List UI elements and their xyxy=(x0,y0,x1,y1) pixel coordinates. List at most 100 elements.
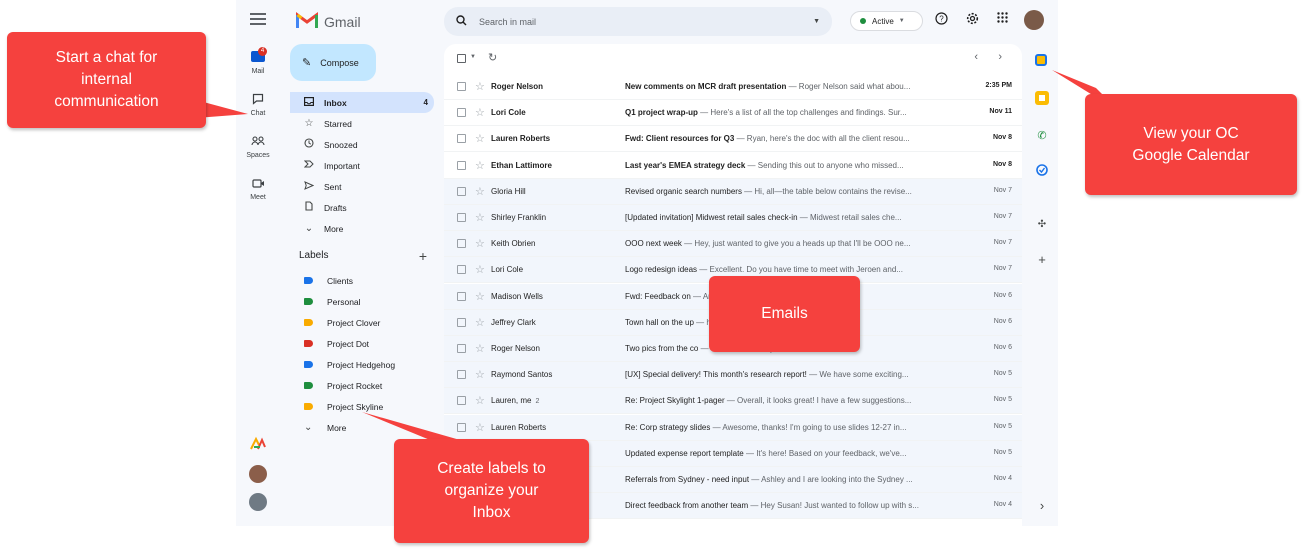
label-item-project-hedgehog[interactable]: Project Hedgehog xyxy=(290,354,434,375)
rail-item-mail[interactable]: 4 Mail xyxy=(236,47,280,75)
rail-item-chat[interactable]: Chat xyxy=(236,93,280,117)
table-row[interactable]: ☆ Shirley Franklin [Updated invitation] Mi… xyxy=(444,205,1022,231)
star-icon[interactable]: ☆ xyxy=(475,263,485,276)
apps-grid-icon[interactable] xyxy=(994,12,1010,28)
row-checkbox[interactable] xyxy=(457,213,466,222)
nav-item-starred[interactable]: ☆ Starred xyxy=(290,113,434,134)
search-input[interactable] xyxy=(479,16,779,27)
label-item-project-dot[interactable]: Project Dot xyxy=(290,333,434,354)
star-icon[interactable]: ☆ xyxy=(475,394,485,407)
row-checkbox[interactable] xyxy=(457,239,466,249)
row-checkbox[interactable] xyxy=(457,291,466,301)
row-checkbox[interactable] xyxy=(457,108,466,118)
nav-item-more[interactable]: ⌄ More xyxy=(290,218,434,239)
puzzle-icon[interactable]: ✣ xyxy=(1035,218,1049,232)
nav-item-snoozed[interactable]: Snoozed xyxy=(290,134,434,155)
table-row[interactable]: ☆ Raymond Santos [UX] Special delivery! Th… xyxy=(444,362,1022,389)
select-all-checkbox[interactable] xyxy=(457,54,466,63)
menu-icon[interactable] xyxy=(250,13,266,27)
star-icon[interactable]: ☆ xyxy=(475,421,485,434)
row-checkbox[interactable] xyxy=(457,186,466,196)
table-row[interactable]: ☆ Lauren Roberts Fwd: Client resources for… xyxy=(444,126,1022,153)
star-icon[interactable]: ☆ xyxy=(475,211,485,224)
star-icon[interactable]: ☆ xyxy=(475,368,485,381)
gear-icon[interactable] xyxy=(964,12,980,28)
chevron-right-icon[interactable]: › xyxy=(998,51,1002,63)
table-row[interactable]: ☆ Ethan Lattimore Last year's EMEA strateg… xyxy=(444,153,1022,179)
mail-icon: 4 xyxy=(247,47,269,67)
inbox-count: 4 xyxy=(423,98,428,107)
clock-icon xyxy=(302,138,316,151)
row-checkbox[interactable] xyxy=(457,265,466,275)
label-item-personal[interactable]: Personal xyxy=(290,291,434,312)
star-icon[interactable]: ☆ xyxy=(475,106,485,119)
refresh-icon[interactable]: ↻ xyxy=(488,51,497,64)
status-dropdown[interactable]: Active ▼ xyxy=(850,11,923,31)
account-avatar[interactable] xyxy=(1024,10,1044,30)
avatar[interactable] xyxy=(249,493,267,511)
nav-item-drafts[interactable]: Drafts xyxy=(290,197,434,218)
row-checkbox[interactable] xyxy=(457,82,466,91)
rail-item-meet[interactable]: Meet xyxy=(236,177,280,201)
app-name: Gmail xyxy=(324,14,361,30)
rail-item-spaces[interactable]: Spaces xyxy=(236,135,280,159)
table-row[interactable]: ☆ Lauren Roberts Re: Corp strategy slides … xyxy=(444,414,1022,441)
star-icon[interactable]: ☆ xyxy=(475,132,485,145)
sender: Lauren Roberts xyxy=(491,423,611,432)
email-date: Nov 7 xyxy=(993,186,1012,194)
sender: Lori Cole xyxy=(491,108,611,117)
nav-item-important[interactable]: Important xyxy=(290,155,434,176)
rail-label-meet: Meet xyxy=(250,194,266,201)
label-name: Personal xyxy=(327,296,361,307)
label-item-project-clover[interactable]: Project Clover xyxy=(290,312,434,333)
label-item-project-rocket[interactable]: Project Rocket xyxy=(290,375,434,396)
search-options-icon[interactable]: ▼ xyxy=(813,18,820,25)
email-subject: Two pics from the co xyxy=(625,344,699,353)
star-icon[interactable]: ☆ xyxy=(475,290,485,303)
compose-button[interactable]: ✎ Compose xyxy=(290,44,376,81)
label-item-clients[interactable]: Clients xyxy=(290,270,434,291)
chevron-down-icon: ⌄ xyxy=(304,223,314,234)
email-preview: Re: Corp strategy slides — Awesome, than… xyxy=(625,423,959,432)
workspace-logo-icon[interactable] xyxy=(249,435,267,453)
star-icon[interactable]: ☆ xyxy=(475,237,485,250)
row-checkbox[interactable] xyxy=(457,396,466,406)
rail-label-mail: Mail xyxy=(251,68,265,75)
search-icon xyxy=(456,14,467,29)
add-label-icon[interactable]: + xyxy=(419,248,427,264)
labels-more[interactable]: ⌄ More xyxy=(290,417,434,438)
table-row[interactable]: ☆ Lauren, me 2 Re: Project Skylight 1-pager… xyxy=(444,388,1022,415)
row-checkbox[interactable] xyxy=(457,317,466,327)
chevron-down-icon[interactable]: ▼ xyxy=(470,54,476,60)
table-row[interactable]: ☆ Keith Obrien OOO next week — Hey, just w… xyxy=(444,231,1022,258)
row-checkbox[interactable] xyxy=(457,422,466,432)
table-row[interactable]: ☆ Gloria Hill Revised organic search numbe… xyxy=(444,178,1022,205)
table-row[interactable]: ☆ Lori Cole Q1 project wrap-up — Here's a … xyxy=(444,100,1022,127)
add-icon[interactable]: + xyxy=(1035,253,1049,267)
row-checkbox[interactable] xyxy=(457,134,466,144)
row-checkbox[interactable] xyxy=(457,160,466,170)
help-icon[interactable]: ? xyxy=(933,12,949,28)
calendar-icon[interactable] xyxy=(1035,54,1047,66)
keep-icon[interactable] xyxy=(1035,91,1049,105)
draft-icon xyxy=(302,201,316,214)
email-snippet: — Here's a list of all the top challenge… xyxy=(697,108,907,118)
label-item-project-skyline[interactable]: Project Skyline xyxy=(290,396,434,417)
nav-item-inbox[interactable]: Inbox 4 xyxy=(290,92,434,113)
chevron-left-icon[interactable]: ‹ xyxy=(974,51,978,63)
tasks-icon[interactable] xyxy=(1035,164,1049,178)
star-icon[interactable]: ☆ xyxy=(475,80,485,93)
star-icon[interactable]: ☆ xyxy=(475,185,485,198)
star-icon[interactable]: ☆ xyxy=(475,316,485,329)
star-icon[interactable]: ☆ xyxy=(475,342,485,355)
gmail-logo[interactable]: Gmail xyxy=(296,11,361,32)
row-checkbox[interactable] xyxy=(457,370,466,380)
chevron-right-icon[interactable]: › xyxy=(1035,499,1049,513)
nav-item-sent[interactable]: Sent xyxy=(290,176,434,197)
table-row[interactable]: ☆ Roger Nelson New comments on MCR draft p… xyxy=(444,74,1022,100)
email-date: Nov 6 xyxy=(993,317,1012,325)
row-checkbox[interactable] xyxy=(457,344,466,353)
star-icon[interactable]: ☆ xyxy=(475,159,485,172)
avatar[interactable] xyxy=(249,465,267,483)
phone-icon[interactable]: ✆ xyxy=(1035,129,1049,143)
